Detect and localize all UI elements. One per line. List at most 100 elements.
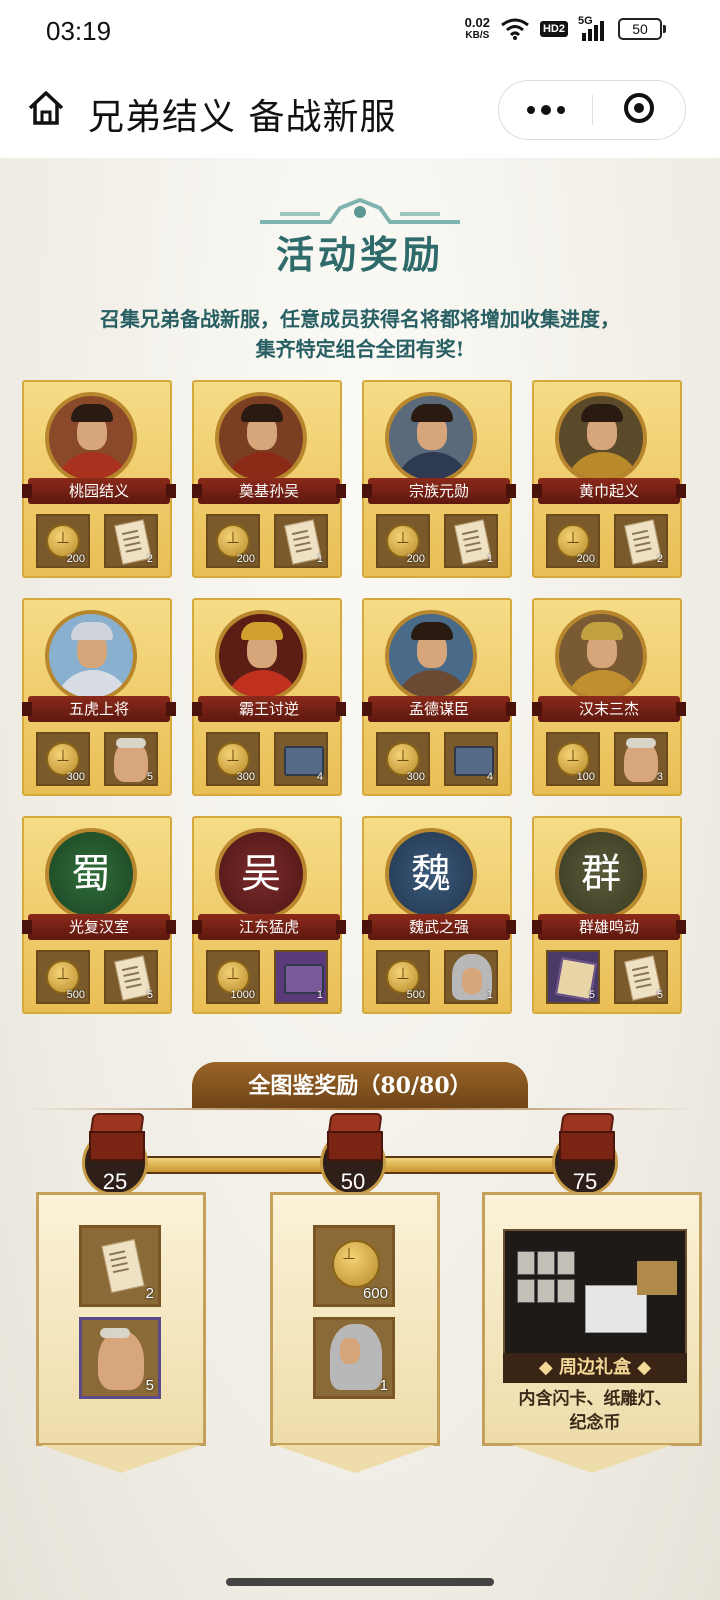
reward-item[interactable]: 1 bbox=[444, 950, 498, 1004]
scroll-icon bbox=[101, 1238, 145, 1294]
reward-card[interactable]: 吴 江东猛虎 1000 1 bbox=[192, 816, 346, 1014]
reward-card[interactable]: 汉末三杰 100 3 bbox=[532, 598, 686, 796]
signal-icon: 5G bbox=[578, 15, 608, 41]
reward-item[interactable]: 1 bbox=[444, 514, 498, 568]
section-title: 活动奖励 bbox=[275, 232, 444, 277]
item-qty: 500 bbox=[406, 989, 425, 1001]
item-qty: 1 bbox=[379, 1377, 388, 1394]
reward-card[interactable]: 宗族元勋 200 1 bbox=[362, 380, 516, 578]
card-title: 奠基孙吴 bbox=[192, 478, 346, 504]
reward-item[interactable]: 1 bbox=[313, 1317, 395, 1399]
home-icon[interactable] bbox=[26, 88, 66, 128]
reward-item[interactable]: 200 bbox=[546, 514, 600, 568]
more-dot-icon bbox=[526, 106, 535, 114]
reward-card[interactable]: 黄巾起义 200 2 bbox=[532, 380, 686, 578]
reward-item[interactable]: 200 bbox=[36, 514, 90, 568]
general-portrait-icon bbox=[215, 392, 307, 484]
faction-emblem-icon: 魏 bbox=[385, 828, 477, 920]
milestone-reward-panel: 2 5 bbox=[36, 1192, 206, 1473]
reward-card[interactable]: 魏 魏武之强 500 1 bbox=[362, 816, 516, 1014]
merch-gift-box-image[interactable] bbox=[503, 1229, 687, 1355]
milestone-node[interactable]: 50 bbox=[320, 1113, 386, 1196]
reward-item[interactable]: 200 bbox=[206, 514, 260, 568]
reward-item[interactable]: 5 bbox=[104, 732, 158, 786]
reward-card[interactable]: 奠基孙吴 200 1 bbox=[192, 380, 346, 578]
reward-item[interactable]: 2 bbox=[614, 514, 668, 568]
reward-item[interactable]: 4 bbox=[444, 732, 498, 786]
reward-item[interactable]: 5 bbox=[546, 950, 600, 1004]
capsule-divider bbox=[592, 95, 593, 125]
item-qty: 200 bbox=[66, 553, 85, 565]
reward-card[interactable]: 蜀 光复汉室 500 5 bbox=[22, 816, 176, 1014]
gift-description: 内含闪卡、纸雕灯、 纪念币 bbox=[493, 1387, 697, 1435]
milestone-reward-panel: 600 1 bbox=[270, 1192, 440, 1473]
card-icon bbox=[537, 1251, 555, 1275]
card-title: 汉末三杰 bbox=[532, 696, 686, 722]
network-speed-value: 0.02 bbox=[464, 15, 490, 30]
reward-item[interactable]: 100 bbox=[546, 732, 600, 786]
treasure-chest-icon bbox=[555, 1113, 615, 1161]
page-title: 兄弟结义 备战新服 bbox=[88, 97, 397, 138]
reward-item[interactable]: 5 bbox=[614, 950, 668, 1004]
network-speed-unit: KB/S bbox=[465, 30, 490, 41]
item-qty: 200 bbox=[576, 553, 595, 565]
item-qty: 2 bbox=[656, 553, 663, 565]
reward-item[interactable]: 1 bbox=[274, 514, 328, 568]
item-qty: 200 bbox=[236, 553, 255, 565]
banner-divider bbox=[22, 1108, 698, 1110]
item-qty: 1 bbox=[486, 553, 493, 565]
item-qty: 300 bbox=[406, 771, 425, 783]
reward-card[interactable]: 霸王讨逆 300 4 bbox=[192, 598, 346, 796]
reward-card[interactable]: 孟德谋臣 300 4 bbox=[362, 598, 516, 796]
card-title: 五虎上将 bbox=[22, 696, 176, 722]
card-title: 黄巾起义 bbox=[532, 478, 686, 504]
reward-item[interactable]: 500 bbox=[376, 950, 430, 1004]
reward-item[interactable]: 2 bbox=[104, 514, 158, 568]
soldier-icon bbox=[98, 1328, 144, 1390]
reward-item[interactable]: 1 bbox=[274, 950, 328, 1004]
reward-card[interactable]: 五虎上将 300 5 bbox=[22, 598, 176, 796]
more-button[interactable] bbox=[499, 81, 592, 139]
more-dot-icon bbox=[540, 105, 551, 115]
item-qty: 100 bbox=[576, 771, 595, 783]
card-title: 霸王讨逆 bbox=[192, 696, 346, 722]
item-qty: 300 bbox=[66, 771, 85, 783]
item-qty: 4 bbox=[486, 771, 493, 783]
reward-item[interactable]: 2 bbox=[79, 1225, 161, 1307]
soldier-icon bbox=[114, 738, 148, 782]
card-title: 江东猛虎 bbox=[192, 914, 346, 940]
milestone-node[interactable]: 75 bbox=[552, 1113, 618, 1196]
network-speed: 0.02 KB/S bbox=[465, 16, 490, 42]
reward-item[interactable]: 5 bbox=[104, 950, 158, 1004]
reward-item[interactable]: 500 bbox=[36, 950, 90, 1004]
treasure-chest-icon bbox=[85, 1113, 145, 1161]
paper-lamp-icon bbox=[637, 1261, 677, 1295]
close-target-icon[interactable] bbox=[624, 93, 654, 123]
desc-line-1: 召集兄弟备战新服，任意成员获得名将都将增加收集进度， bbox=[100, 307, 620, 331]
reward-item[interactable]: 3 bbox=[614, 732, 668, 786]
card-icon bbox=[517, 1251, 535, 1275]
milestone-node[interactable]: 25 bbox=[82, 1113, 148, 1196]
reward-item[interactable]: 200 bbox=[376, 514, 430, 568]
status-bar: 03:19 0.02 KB/S HD2 5G 50 bbox=[0, 0, 720, 64]
reward-item[interactable]: 600 bbox=[313, 1225, 395, 1307]
item-qty: 5 bbox=[146, 989, 153, 1001]
reward-item[interactable]: 300 bbox=[206, 732, 260, 786]
reward-card[interactable]: 桃园结义 200 2 bbox=[22, 380, 176, 578]
faction-glyph: 群 bbox=[581, 851, 621, 897]
reward-item[interactable]: 300 bbox=[36, 732, 90, 786]
coin-icon bbox=[332, 1240, 380, 1288]
general-portrait-icon bbox=[555, 610, 647, 702]
reward-item[interactable]: 4 bbox=[274, 732, 328, 786]
home-indicator[interactable] bbox=[226, 1578, 494, 1586]
collection-banner: 全图鉴奖励（80/80） bbox=[192, 1062, 528, 1108]
general-portrait-icon bbox=[45, 610, 137, 702]
faction-emblem-icon: 蜀 bbox=[45, 828, 137, 920]
reward-item[interactable]: 5 bbox=[79, 1317, 161, 1399]
reward-item[interactable]: 1000 bbox=[206, 950, 260, 1004]
general-portrait-icon bbox=[45, 392, 137, 484]
reward-card[interactable]: 群 群雄鸣动 5 5 bbox=[532, 816, 686, 1014]
wifi-icon bbox=[501, 18, 529, 40]
card-title: 桃园结义 bbox=[22, 478, 176, 504]
reward-item[interactable]: 300 bbox=[376, 732, 430, 786]
